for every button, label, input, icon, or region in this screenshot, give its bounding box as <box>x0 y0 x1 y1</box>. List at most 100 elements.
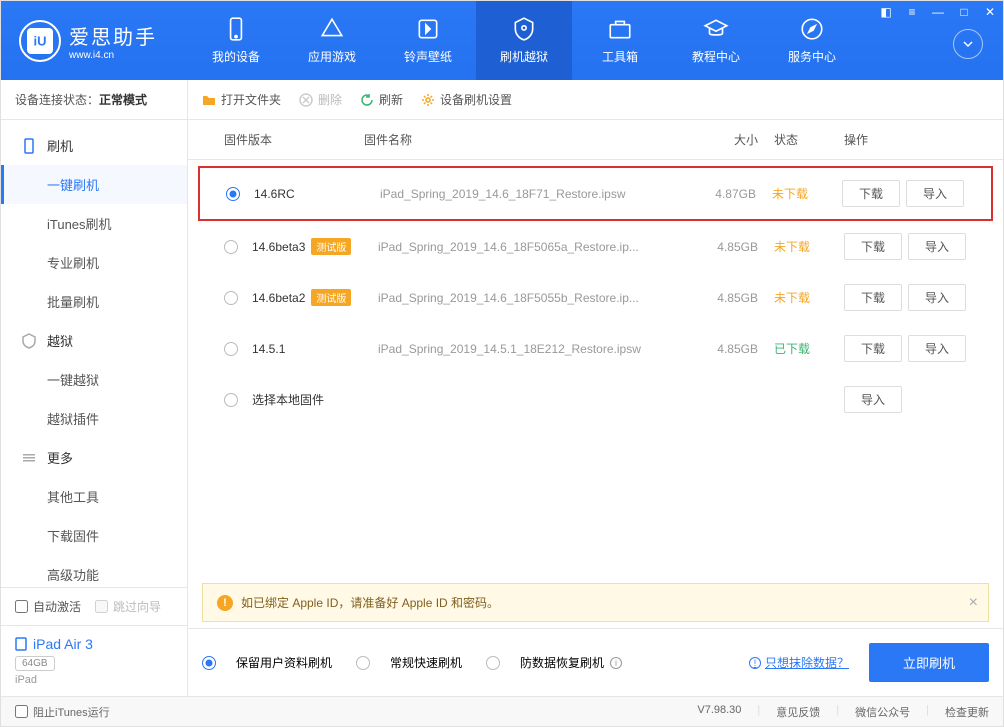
firmware-name: iPad_Spring_2019_14.6_18F5055b_Restore.i… <box>378 291 678 305</box>
import-button[interactable]: 导入 <box>844 386 902 413</box>
nav-service[interactable]: 服务中心 <box>764 1 860 80</box>
gear-icon <box>421 93 435 107</box>
firmware-version: 14.6RC <box>254 187 380 201</box>
sidebar-group-more: 更多 <box>1 438 187 477</box>
device-capacity: 64GB <box>15 656 55 671</box>
import-button[interactable]: 导入 <box>908 233 966 260</box>
device-type: iPad <box>15 674 173 686</box>
shield-icon <box>511 16 537 42</box>
phone-icon <box>223 16 249 42</box>
firmware-name: iPad_Spring_2019_14.5.1_18E212_Restore.i… <box>378 342 678 356</box>
chevron-down-icon <box>962 38 974 50</box>
wechat-link[interactable]: 微信公众号 <box>855 704 910 720</box>
block-itunes-checkbox[interactable]: 阻止iTunes运行 <box>15 704 110 720</box>
import-button[interactable]: 导入 <box>908 335 966 362</box>
open-folder-button[interactable]: 打开文件夹 <box>202 91 281 108</box>
toolbox-icon <box>607 16 633 42</box>
header-dropdown[interactable] <box>953 29 983 59</box>
opt-anti-recovery[interactable]: 防数据恢复刷机i <box>486 654 622 671</box>
col-name: 固件名称 <box>364 131 678 148</box>
feedback-link[interactable]: 意见反馈 <box>776 704 820 720</box>
device-info: iPad Air 3 64GB iPad <box>1 625 187 696</box>
refresh-icon <box>360 93 374 107</box>
download-button[interactable]: 下载 <box>844 284 902 311</box>
win-minimize[interactable]: — <box>925 1 951 23</box>
auto-activate-checkbox[interactable]: 自动激活 <box>15 598 81 615</box>
toolbar: 打开文件夹 删除 刷新 设备刷机设置 <box>188 80 1003 120</box>
shield-icon <box>21 333 37 349</box>
sidebar-item-pro-flash[interactable]: 专业刷机 <box>1 243 187 282</box>
firmware-version: 14.6beta3测试版 <box>252 238 378 255</box>
firmware-status: 未下载 <box>758 289 828 306</box>
firmware-radio[interactable] <box>224 342 238 356</box>
download-button[interactable]: 下载 <box>844 335 902 362</box>
close-icon[interactable]: × <box>969 594 978 612</box>
delete-icon <box>299 93 313 107</box>
firmware-row[interactable]: 14.5.1iPad_Spring_2019_14.5.1_18E212_Res… <box>198 323 993 374</box>
nav-toolbox[interactable]: 工具箱 <box>572 1 668 80</box>
sidebar-group-flash: 刷机 <box>1 126 187 165</box>
flash-now-button[interactable]: 立即刷机 <box>869 643 989 682</box>
refresh-button[interactable]: 刷新 <box>360 91 403 108</box>
import-button[interactable]: 导入 <box>908 284 966 311</box>
device-status: 设备连接状态： 正常模式 <box>1 80 187 120</box>
sidebar-item-jailbreak-plugins[interactable]: 越狱插件 <box>1 399 187 438</box>
win-close[interactable]: ✕ <box>977 1 1003 23</box>
firmware-version: 14.5.1 <box>252 342 378 356</box>
main-nav: 我的设备 应用游戏 铃声壁纸 刷机越狱 工具箱 教程中心 服务中心 <box>188 1 860 80</box>
firmware-radio[interactable] <box>224 291 238 305</box>
nav-tutorials[interactable]: 教程中心 <box>668 1 764 80</box>
firmware-size: 4.85GB <box>678 342 758 356</box>
sidebar-item-advanced[interactable]: 高级功能 <box>1 555 187 587</box>
tablet-icon <box>15 637 27 651</box>
logo: 爱思助手 www.i4.cn <box>1 20 188 62</box>
erase-data-link[interactable]: ! 只想抹除数据？ <box>749 654 849 671</box>
opt-keep-data[interactable]: 保留用户资料刷机 <box>202 654 332 671</box>
firmware-radio[interactable] <box>224 240 238 254</box>
firmware-row-local[interactable]: 选择本地固件 导入 <box>198 374 993 425</box>
beta-badge: 测试版 <box>311 238 351 255</box>
firmware-status: 未下载 <box>758 238 828 255</box>
device-name[interactable]: iPad Air 3 <box>15 636 173 652</box>
firmware-row[interactable]: 14.6beta3测试版iPad_Spring_2019_14.6_18F506… <box>198 221 993 272</box>
import-button[interactable]: 导入 <box>906 180 964 207</box>
nav-apps-games[interactable]: 应用游戏 <box>284 1 380 80</box>
delete-button[interactable]: 删除 <box>299 91 342 108</box>
sidebar-item-itunes-flash[interactable]: iTunes刷机 <box>1 204 187 243</box>
download-button[interactable]: 下载 <box>842 180 900 207</box>
win-menu[interactable]: ≡ <box>899 1 925 23</box>
firmware-version: 14.6beta2测试版 <box>252 289 378 306</box>
download-button[interactable]: 下载 <box>844 233 902 260</box>
info-icon[interactable]: i <box>610 657 622 669</box>
app-header: 爱思助手 www.i4.cn 我的设备 应用游戏 铃声壁纸 刷机越狱 工具箱 教… <box>1 1 1003 80</box>
more-icon <box>21 450 37 466</box>
settings-button[interactable]: 设备刷机设置 <box>421 91 512 108</box>
sidebar-item-download-firmware[interactable]: 下载固件 <box>1 516 187 555</box>
firmware-radio[interactable] <box>226 187 240 201</box>
sidebar-item-oneclick-jailbreak[interactable]: 一键越狱 <box>1 360 187 399</box>
sidebar-item-oneclick-flash[interactable]: 一键刷机 <box>1 165 187 204</box>
beta-badge: 测试版 <box>311 289 351 306</box>
win-maximize[interactable]: □ <box>951 1 977 23</box>
sidebar-item-other-tools[interactable]: 其他工具 <box>1 477 187 516</box>
firmware-radio[interactable] <box>224 393 238 407</box>
apps-icon <box>319 16 345 42</box>
firmware-size: 4.85GB <box>678 240 758 254</box>
check-update-link[interactable]: 检查更新 <box>945 704 989 720</box>
nav-my-device[interactable]: 我的设备 <box>188 1 284 80</box>
sidebar-item-batch-flash[interactable]: 批量刷机 <box>1 282 187 321</box>
firmware-name: iPad_Spring_2019_14.6_18F71_Restore.ipsw <box>380 187 676 201</box>
win-skin[interactable]: ◧ <box>873 1 899 23</box>
music-icon <box>415 16 441 42</box>
col-status: 状态 <box>758 131 828 148</box>
skip-wizard-checkbox[interactable]: 跳过向导 <box>95 598 161 615</box>
opt-normal-flash[interactable]: 常规快速刷机 <box>356 654 462 671</box>
nav-ringtone-wallpaper[interactable]: 铃声壁纸 <box>380 1 476 80</box>
firmware-row[interactable]: 14.6beta2测试版iPad_Spring_2019_14.6_18F505… <box>198 272 993 323</box>
logo-title: 爱思助手 <box>69 21 157 50</box>
nav-flash-jailbreak[interactable]: 刷机越狱 <box>476 1 572 80</box>
firmware-version: 选择本地固件 <box>252 391 378 408</box>
firmware-size: 4.85GB <box>678 291 758 305</box>
warning-banner: ! 如已绑定 Apple ID，请准备好 Apple ID 和密码。 × <box>202 583 989 622</box>
firmware-row[interactable]: 14.6RCiPad_Spring_2019_14.6_18F71_Restor… <box>198 166 993 221</box>
